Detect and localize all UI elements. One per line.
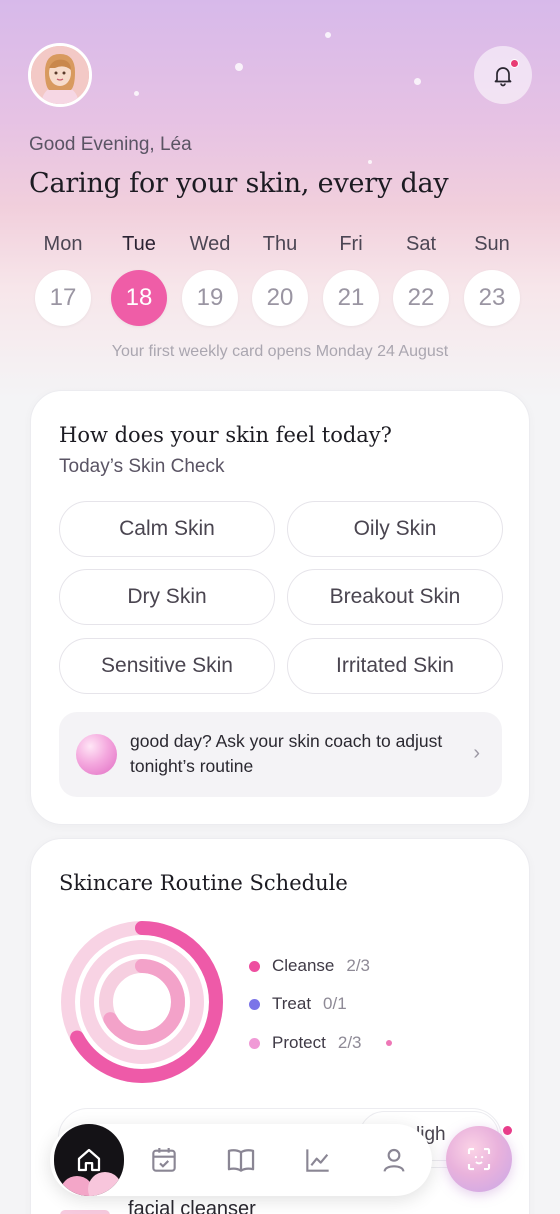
- day-wed[interactable]: Wed 19: [180, 230, 240, 326]
- nav-home-button[interactable]: [54, 1124, 124, 1196]
- day-sat[interactable]: Sat 22: [391, 230, 451, 326]
- page-title: Caring for your skin, every day: [29, 168, 449, 199]
- sparkle-decoration: [325, 32, 331, 38]
- notifications-button[interactable]: [474, 46, 532, 104]
- skin-option-breakout[interactable]: Breakout Skin: [287, 569, 503, 625]
- day-name: Mon: [43, 233, 83, 255]
- skin-option-irritated[interactable]: Irritated Skin: [287, 638, 503, 694]
- chart-icon: [306, 1149, 329, 1172]
- day-date-selected: 18: [111, 270, 167, 326]
- book-icon: [227, 1149, 255, 1172]
- sparkle-decoration: [235, 63, 243, 71]
- day-date: 22: [393, 270, 449, 326]
- profile-icon: [383, 1148, 405, 1172]
- skin-option-calm[interactable]: Calm Skin: [59, 501, 275, 557]
- sparkle-decoration: [414, 78, 421, 85]
- scan-notification-dot: [503, 1126, 512, 1135]
- day-date: 19: [182, 270, 238, 326]
- avatar-illustration-icon: [31, 46, 89, 104]
- legend-treat[interactable]: Treat 0/1: [249, 994, 347, 1014]
- day-name: Fri: [339, 233, 363, 255]
- day-name: Sat: [405, 233, 437, 255]
- protect-dot: [249, 1037, 260, 1049]
- routine-step-label: facial cleanser: [128, 1198, 256, 1214]
- calendar-check-icon: [152, 1148, 176, 1172]
- day-mon[interactable]: Mon 17: [33, 230, 93, 326]
- day-date: 23: [464, 270, 520, 326]
- legend-count: 2/3: [346, 956, 371, 975]
- treat-dot: [249, 998, 260, 1010]
- avatar[interactable]: [28, 43, 92, 107]
- day-sun[interactable]: Sun 23: [462, 230, 522, 326]
- chevron-right-icon: ›: [473, 742, 480, 764]
- notification-badge: [510, 59, 519, 68]
- legend-protect[interactable]: Protect 2/3: [249, 1033, 392, 1053]
- legend-label: Protect: [272, 1033, 326, 1052]
- sparkle-decoration: [368, 160, 372, 164]
- legend-count: 0/1: [323, 994, 347, 1013]
- day-thu[interactable]: Thu 20: [250, 230, 310, 326]
- greeting-text: Good Evening, Léa: [29, 134, 192, 155]
- day-tue[interactable]: Tue 18: [109, 230, 169, 326]
- nav-progress-button[interactable]: [300, 1142, 336, 1178]
- skin-coach-prompt[interactable]: good day? Ask your skin coach to adjust …: [59, 712, 502, 797]
- face-scan-button[interactable]: [446, 1126, 512, 1192]
- nav-profile-button[interactable]: [376, 1142, 412, 1178]
- skin-option-dry[interactable]: Dry Skin: [59, 569, 275, 625]
- routine-progress-rings: [59, 919, 225, 1085]
- coach-prompt-text: good day? Ask your skin coach to adjust …: [130, 731, 443, 776]
- home-glow: [88, 1172, 122, 1196]
- day-name: Wed: [189, 233, 231, 255]
- day-name: Tue: [122, 233, 156, 255]
- coach-orb-icon: [76, 734, 117, 775]
- day-date: 21: [323, 270, 379, 326]
- sparkle-decoration: [134, 91, 139, 96]
- progress-rings-chart: [61, 921, 223, 1083]
- skin-check-card: How does your skin feel today? Today’s S…: [30, 390, 530, 825]
- day-name: Sun: [474, 233, 510, 255]
- day-name: Thu: [262, 233, 298, 255]
- day-date: 20: [252, 270, 308, 326]
- unread-dot: [385, 1040, 392, 1046]
- nav-calendar-button[interactable]: [146, 1142, 182, 1178]
- cleanse-dot: [249, 960, 260, 972]
- legend-cleanse[interactable]: Cleanse 2/3: [249, 956, 370, 976]
- face-scan-icon: [467, 1147, 491, 1171]
- bottom-nav: [50, 1124, 432, 1196]
- weekly-card-note: Your first weekly card opens Monday 24 A…: [111, 343, 449, 360]
- legend-label: Treat: [272, 994, 312, 1013]
- skin-option-sensitive[interactable]: Sensitive Skin: [59, 638, 275, 694]
- routine-title: Skincare Routine Schedule: [59, 871, 348, 895]
- day-date: 17: [35, 270, 91, 326]
- day-fri[interactable]: Fri 21: [321, 230, 381, 326]
- legend-count: 2/3: [337, 1033, 362, 1052]
- skin-option-oily[interactable]: Oily Skin: [287, 501, 503, 557]
- skin-check-title: How does your skin feel today?: [59, 423, 392, 447]
- legend-label: Cleanse: [272, 956, 335, 975]
- nav-guide-button[interactable]: [223, 1142, 259, 1178]
- skin-check-subtitle: Today’s Skin Check: [59, 456, 225, 477]
- routine-step-tag: [60, 1210, 110, 1214]
- home-icon: [77, 1148, 101, 1172]
